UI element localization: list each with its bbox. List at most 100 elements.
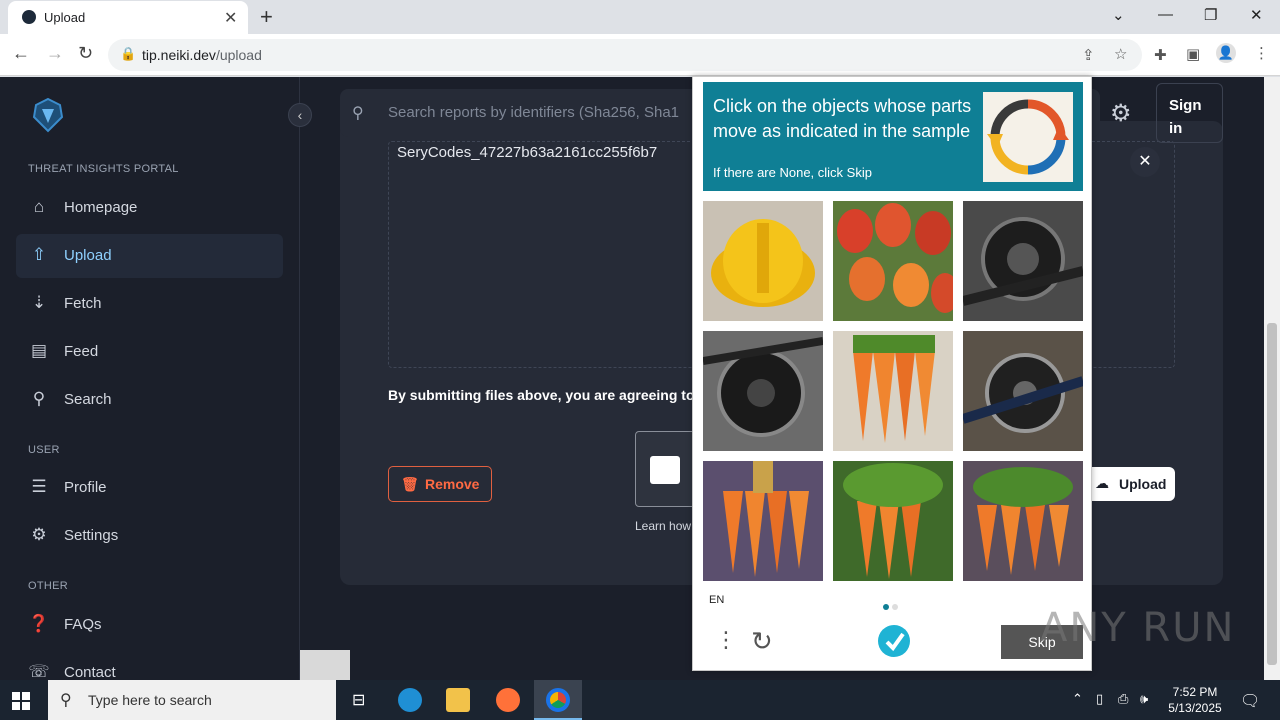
sidebar-item-label: Upload <box>64 247 112 264</box>
captcha-tile-hard-hat[interactable] <box>703 201 823 321</box>
sidebar-item-label: Profile <box>64 479 107 496</box>
sidebar-item-search[interactable]: ⚲ Search <box>16 378 283 422</box>
captcha-tile-chainring[interactable] <box>963 201 1083 321</box>
new-tab-button[interactable]: + <box>260 4 273 30</box>
close-tab-icon[interactable]: ✕ <box>224 8 237 28</box>
trash-icon: 🗑 <box>401 476 419 492</box>
page-scrollbar[interactable] <box>1264 77 1280 680</box>
anyrun-watermark: ANY RUN <box>1040 605 1236 651</box>
clock-date: 5/13/2025 <box>1168 701 1222 715</box>
section-user: USER <box>28 444 60 456</box>
tray-chevron-icon[interactable]: ⌃ <box>1072 691 1083 707</box>
notification-icon[interactable]: 🗨 <box>1240 691 1260 711</box>
share-icon[interactable]: ⇪ <box>1082 46 1095 64</box>
edge-app[interactable] <box>386 680 434 720</box>
profile-icon: ☰ <box>31 477 47 496</box>
profile-avatar-icon[interactable]: 👤 <box>1216 43 1236 63</box>
sidebar-item-contact[interactable]: ☏ Contact <box>16 651 283 680</box>
browser-tab[interactable]: Upload ✕ <box>8 1 248 34</box>
upload-button[interactable]: ☁ Upload <box>1085 467 1175 501</box>
network-icon[interactable]: ⎙ <box>1118 691 1128 707</box>
forward-icon[interactable]: → <box>46 43 64 64</box>
sidebar-item-settings[interactable]: ⚙ Settings <box>16 514 283 558</box>
page-dot <box>892 604 898 610</box>
captcha-tile-chainring[interactable] <box>963 331 1083 451</box>
taskbar-clock[interactable]: 7:52 PM 5/13/2025 <box>1160 684 1230 716</box>
scrollbar-thumb[interactable] <box>1267 323 1277 665</box>
clock-time: 7:52 PM <box>1172 685 1218 699</box>
windows-start-icon[interactable] <box>12 692 30 710</box>
edge-icon <box>398 688 422 712</box>
sidebar-item-label: Fetch <box>64 295 102 312</box>
browser-menu-icon[interactable]: ⋮ <box>1254 44 1269 62</box>
agreement-text: By submitting files above, you are agree… <box>388 387 695 403</box>
page-indicator <box>883 597 901 615</box>
sign-in-label-line2: in <box>1169 120 1183 137</box>
captcha-checkbox[interactable] <box>650 456 680 484</box>
remove-button-label: Remove <box>425 476 480 492</box>
site-favicon-icon <box>22 10 36 24</box>
download-icon: ⇣ <box>31 293 47 312</box>
taskbar-search-box[interactable]: ⚲ Type here to search <box>48 680 336 720</box>
captcha-widget[interactable] <box>635 431 699 507</box>
language-selector[interactable]: EN <box>709 594 724 606</box>
captcha-tile-carrots[interactable] <box>833 461 953 581</box>
remove-button[interactable]: 🗑 Remove <box>388 466 492 502</box>
sidebar-item-profile[interactable]: ☰ Profile <box>16 466 283 510</box>
captcha-tile-carrots[interactable] <box>963 461 1083 581</box>
captcha-prompt-banner: Click on the objects whose parts move as… <box>703 82 1083 191</box>
reload-icon[interactable]: ↻ <box>78 43 93 64</box>
gray-placeholder-block <box>300 650 350 680</box>
captcha-tile-carrots[interactable] <box>833 331 953 451</box>
minimize-icon[interactable]: — <box>1158 6 1173 23</box>
sidebar-item-homepage[interactable]: ⌂ Homepage <box>16 186 283 230</box>
sidebar-item-label: Contact <box>64 664 116 680</box>
captcha-tile-chainring[interactable] <box>703 331 823 451</box>
sidebar-item-feed[interactable]: ▤ Feed <box>16 330 283 374</box>
restore-icon[interactable]: ❐ <box>1204 6 1217 24</box>
upload-button-label: Upload <box>1119 476 1167 492</box>
back-icon[interactable]: ← <box>12 43 30 64</box>
task-view-icon: ⊟ <box>352 692 366 709</box>
close-captcha-icon[interactable]: ✕ <box>1130 147 1160 177</box>
tab-search-icon[interactable]: ⌄ <box>1112 6 1125 24</box>
tab-title: Upload <box>44 10 86 25</box>
captcha-challenge-popup: Click on the objects whose parts move as… <box>692 76 1092 671</box>
sidebar-item-label: Feed <box>64 343 99 360</box>
sidebar-item-upload[interactable]: ⇧ Upload <box>16 234 283 278</box>
extensions-icon[interactable]: ✚ <box>1154 46 1167 64</box>
file-explorer-app[interactable] <box>434 680 482 720</box>
firefox-icon <box>496 688 520 712</box>
sidebar-item-label: FAQs <box>64 616 102 633</box>
bookmark-star-icon[interactable]: ☆ <box>1114 45 1127 63</box>
sidebar-item-fetch[interactable]: ⇣ Fetch <box>16 282 283 326</box>
side-panel-icon[interactable]: ▣ <box>1186 45 1200 63</box>
captcha-tile-tulips[interactable] <box>833 201 953 321</box>
sign-in-button[interactable]: Sign in <box>1156 83 1223 143</box>
task-view-button[interactable]: ⊟ <box>336 680 384 720</box>
sidebar-item-faqs[interactable]: ❓ FAQs <box>16 603 283 647</box>
captcha-menu-icon[interactable]: ⋮ <box>715 627 737 653</box>
url-host: tip.neiki.dev <box>142 47 216 63</box>
sidebar-item-label: Homepage <box>64 199 138 216</box>
windows-taskbar: ⚲ Type here to search ⊟ ⌃ ▯ ⎙ 🕪 7:52 PM … <box>0 680 1280 720</box>
lock-icon[interactable]: 🔒 <box>120 46 136 62</box>
chrome-app[interactable] <box>534 680 582 720</box>
page-dot-active <box>883 604 889 610</box>
learn-how-link[interactable]: Learn how <box>635 519 691 533</box>
close-window-icon[interactable]: ✕ <box>1250 6 1263 24</box>
volume-icon[interactable]: 🕪 <box>1140 691 1148 707</box>
search-placeholder: Search reports by identifiers (Sha256, S… <box>388 104 679 121</box>
hcaptcha-logo-icon <box>878 625 910 657</box>
settings-gear-icon[interactable]: ⚙ <box>1110 99 1132 128</box>
address-bar[interactable]: 🔒 tip.neiki.dev/upload ⇪ ☆ <box>108 39 1142 71</box>
firefox-app[interactable] <box>484 680 532 720</box>
chrome-icon <box>546 688 570 712</box>
url-path: /upload <box>215 47 262 63</box>
captcha-tile-carrots[interactable] <box>703 461 823 581</box>
tray-device-icon[interactable]: ▯ <box>1096 691 1103 707</box>
faq-icon: ❓ <box>28 614 50 633</box>
upload-icon: ⇧ <box>31 245 47 264</box>
search-icon: ⚲ <box>352 105 364 122</box>
captcha-refresh-icon[interactable]: ↻ <box>751 626 773 657</box>
